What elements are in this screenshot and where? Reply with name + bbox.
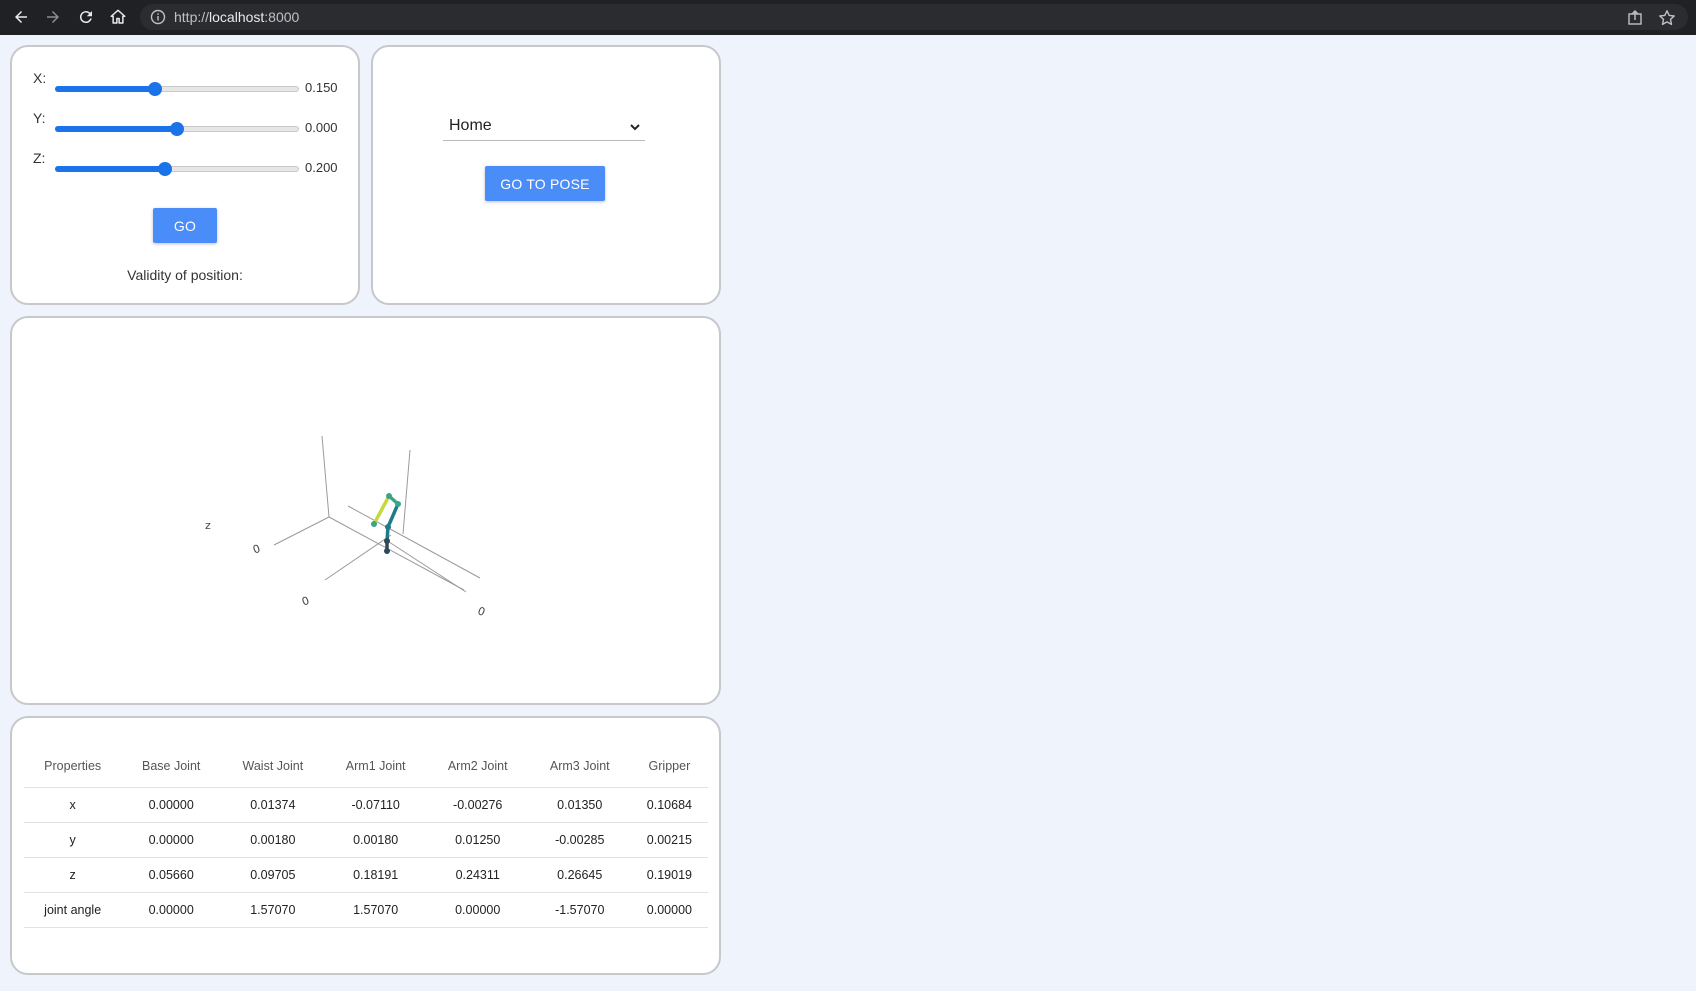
table-cell: 0.00180 bbox=[221, 822, 325, 858]
table-cell: 0.00000 bbox=[426, 892, 529, 928]
table-cell: joint angle bbox=[24, 892, 122, 928]
column-header: Properties bbox=[24, 745, 122, 788]
slider-x-label: X: bbox=[33, 70, 47, 86]
arm-segment bbox=[372, 495, 391, 525]
forward-arrow-icon[interactable] bbox=[41, 5, 65, 29]
home-icon[interactable] bbox=[106, 5, 130, 29]
table-cell: 0.00000 bbox=[121, 822, 222, 858]
column-header: Gripper bbox=[630, 745, 708, 788]
robot-arm bbox=[371, 493, 401, 554]
column-header: Arm1 Joint bbox=[324, 745, 427, 788]
tick-label: 0 bbox=[251, 542, 262, 557]
plot-axis-line bbox=[273, 516, 330, 546]
table-cell: 0.00000 bbox=[630, 892, 708, 928]
table-row: z 0.05660 0.09705 0.18191 0.24311 0.2664… bbox=[24, 857, 708, 893]
arm-joint-point bbox=[384, 548, 390, 554]
table-row: x 0.00000 0.01374 -0.07110 -0.00276 0.01… bbox=[24, 787, 708, 823]
table-row: y 0.00000 0.00180 0.00180 0.01250 -0.002… bbox=[24, 822, 708, 858]
validity-label: Validity of position: bbox=[127, 267, 243, 283]
table-cell: 0.00180 bbox=[324, 822, 427, 858]
arm-joint-point bbox=[386, 493, 392, 499]
table-cell: -1.57070 bbox=[528, 892, 631, 928]
table-cell: 0.18191 bbox=[324, 857, 427, 893]
table-cell: z bbox=[24, 857, 122, 893]
browser-toolbar: http://localhost:8000 bbox=[0, 0, 1696, 35]
go-button[interactable]: GO bbox=[153, 208, 217, 243]
plot-axis-line bbox=[385, 539, 467, 593]
table-cell: 0.00000 bbox=[121, 892, 222, 928]
position-control-card: X: 0.150 Y: 0.000 Z: 0.200 GO Validity o… bbox=[10, 45, 360, 305]
column-header: Arm3 Joint bbox=[528, 745, 631, 788]
plot-axis-line bbox=[321, 435, 330, 518]
plot-axis-line bbox=[347, 505, 481, 579]
table-cell: 0.00215 bbox=[630, 822, 708, 858]
tick-label: 0 bbox=[300, 594, 311, 609]
robot-3d-plot[interactable]: z 0 0 0 bbox=[12, 318, 719, 703]
slider-y-thumb[interactable] bbox=[170, 122, 184, 136]
arm-segment bbox=[386, 503, 400, 528]
table-cell: y bbox=[24, 822, 122, 858]
slider-x-thumb[interactable] bbox=[148, 82, 163, 96]
slider-z-label: Z: bbox=[33, 150, 46, 166]
bookmark-star-icon[interactable] bbox=[1658, 9, 1676, 27]
table-cell: -0.07110 bbox=[324, 787, 427, 823]
pose-control-card: Home GO TO POSE bbox=[371, 45, 721, 305]
slider-y-value: 0.000 bbox=[305, 120, 338, 135]
table-cell: -0.00285 bbox=[528, 822, 631, 858]
slider-y-label: Y: bbox=[33, 110, 46, 126]
slider-z[interactable] bbox=[55, 162, 299, 176]
slider-z-value: 0.200 bbox=[305, 160, 338, 175]
info-icon[interactable] bbox=[150, 9, 166, 25]
table-cell: 0.01374 bbox=[221, 787, 325, 823]
tick-label: 0 bbox=[476, 604, 487, 619]
table-cell: 0.19019 bbox=[630, 857, 708, 893]
plot-axis-line bbox=[328, 516, 465, 591]
plot-axis-line bbox=[324, 534, 392, 581]
table-cell: 0.01250 bbox=[426, 822, 529, 858]
slider-x-value: 0.150 bbox=[305, 80, 338, 95]
url-port: :8000 bbox=[264, 9, 300, 25]
table-cell: 0.09705 bbox=[221, 857, 325, 893]
slider-y[interactable] bbox=[55, 122, 299, 136]
table-cell: 0.26645 bbox=[528, 857, 631, 893]
table-cell: x bbox=[24, 787, 122, 823]
go-to-pose-button[interactable]: GO TO POSE bbox=[485, 166, 605, 201]
slider-x[interactable] bbox=[55, 82, 299, 96]
table-cell: 0.01350 bbox=[528, 787, 631, 823]
column-header: Arm2 Joint bbox=[426, 745, 529, 788]
axis-title-z: z bbox=[205, 519, 211, 532]
url-host: localhost bbox=[209, 9, 265, 25]
url-text: http://localhost:8000 bbox=[174, 9, 299, 25]
arm-joint-point bbox=[384, 538, 390, 544]
table-cell: 0.05660 bbox=[121, 857, 222, 893]
table-cell: 0.24311 bbox=[426, 857, 529, 893]
address-bar[interactable]: http://localhost:8000 bbox=[140, 4, 1688, 30]
back-arrow-icon[interactable] bbox=[9, 5, 33, 29]
pose-select[interactable]: Home bbox=[443, 113, 645, 141]
arm-joint-point bbox=[385, 524, 391, 530]
url-scheme: http:// bbox=[174, 9, 210, 25]
column-header: Base Joint bbox=[121, 745, 222, 788]
plot-axis-line bbox=[402, 449, 411, 535]
robot-3d-plot-card: z 0 0 0 bbox=[10, 316, 721, 705]
arm-joint-point bbox=[371, 521, 377, 527]
table-cell: -0.00276 bbox=[426, 787, 529, 823]
share-icon[interactable] bbox=[1626, 9, 1644, 27]
chevron-down-icon bbox=[630, 124, 640, 131]
table-cell: 1.57070 bbox=[324, 892, 427, 928]
table-cell: 0.10684 bbox=[630, 787, 708, 823]
reload-icon[interactable] bbox=[74, 5, 98, 29]
column-header: Waist Joint bbox=[221, 745, 325, 788]
slider-z-thumb[interactable] bbox=[157, 162, 172, 176]
arm-joint-point bbox=[395, 501, 401, 507]
table-row: joint angle 0.00000 1.57070 1.57070 0.00… bbox=[24, 892, 708, 928]
table-cell: 1.57070 bbox=[221, 892, 325, 928]
table-header-row: Properties Base Joint Waist Joint Arm1 J… bbox=[24, 745, 708, 788]
table-cell: 0.00000 bbox=[121, 787, 222, 823]
pose-select-value: Home bbox=[449, 117, 492, 134]
joint-table-card: Properties Base Joint Waist Joint Arm1 J… bbox=[10, 716, 721, 975]
joint-properties-table: Properties Base Joint Waist Joint Arm1 J… bbox=[24, 745, 708, 928]
